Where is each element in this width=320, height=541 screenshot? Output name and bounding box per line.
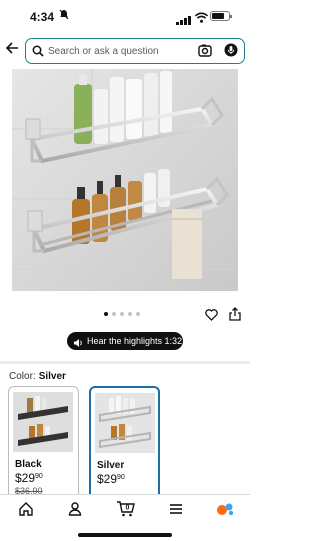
menu-icon[interactable] (168, 501, 184, 522)
variant-price: $2990 (97, 472, 125, 486)
carousel-dot[interactable] (112, 312, 116, 316)
cart-icon[interactable]: 0 (116, 498, 136, 523)
speaker-icon (73, 336, 84, 354)
heart-icon[interactable] (205, 308, 218, 326)
account-icon[interactable] (67, 501, 83, 522)
wifi-icon (194, 10, 209, 28)
carousel-dot[interactable] (120, 312, 124, 316)
search-icon (32, 44, 44, 62)
carousel-dot[interactable] (128, 312, 132, 316)
carousel-dot[interactable] (136, 312, 140, 316)
status-time: 4:34 (30, 10, 55, 24)
price-cents: 90 (35, 473, 43, 480)
variant-name: Silver (97, 460, 125, 471)
microphone-icon[interactable] (224, 43, 238, 62)
variant-thumbnail (13, 392, 73, 452)
variant-name: Black (15, 459, 42, 470)
carousel-dot[interactable] (104, 312, 108, 316)
price-whole: $29 (15, 471, 36, 485)
cellular-signal-icon (176, 12, 192, 30)
price-whole: $29 (97, 472, 118, 486)
price-cents: 90 (117, 474, 125, 481)
search-bar[interactable] (25, 38, 245, 64)
highlights-label: Hear the highlights 1:32 (87, 336, 183, 346)
camera-scan-icon[interactable] (198, 44, 212, 62)
share-icon[interactable] (229, 307, 241, 326)
variant-thumbnail (95, 393, 155, 453)
product-image[interactable] (12, 69, 238, 291)
battery-icon (210, 11, 232, 21)
home-icon[interactable] (18, 501, 34, 522)
variant-price: $2990 (15, 471, 43, 485)
search-header (0, 34, 250, 68)
color-label: Color: (9, 371, 36, 382)
status-bar: 4:34 (0, 0, 250, 34)
cart-count: 0 (126, 505, 130, 512)
ai-assistant-icon[interactable] (216, 501, 234, 522)
variant-option-black[interactable]: Black $2990 $36.90 (8, 386, 79, 504)
hear-highlights-button[interactable]: Hear the highlights 1:32 (67, 332, 183, 350)
back-arrow-icon[interactable] (5, 41, 19, 60)
silent-bell-icon (59, 9, 69, 23)
image-carousel-dots[interactable] (104, 312, 140, 318)
home-indicator (78, 533, 172, 537)
search-input[interactable] (48, 43, 188, 59)
variant-option-silver[interactable]: Silver $2990 (89, 386, 160, 504)
color-selector-label: Color: Silver (9, 371, 66, 382)
section-divider (0, 361, 250, 364)
selected-color: Silver (38, 371, 66, 382)
